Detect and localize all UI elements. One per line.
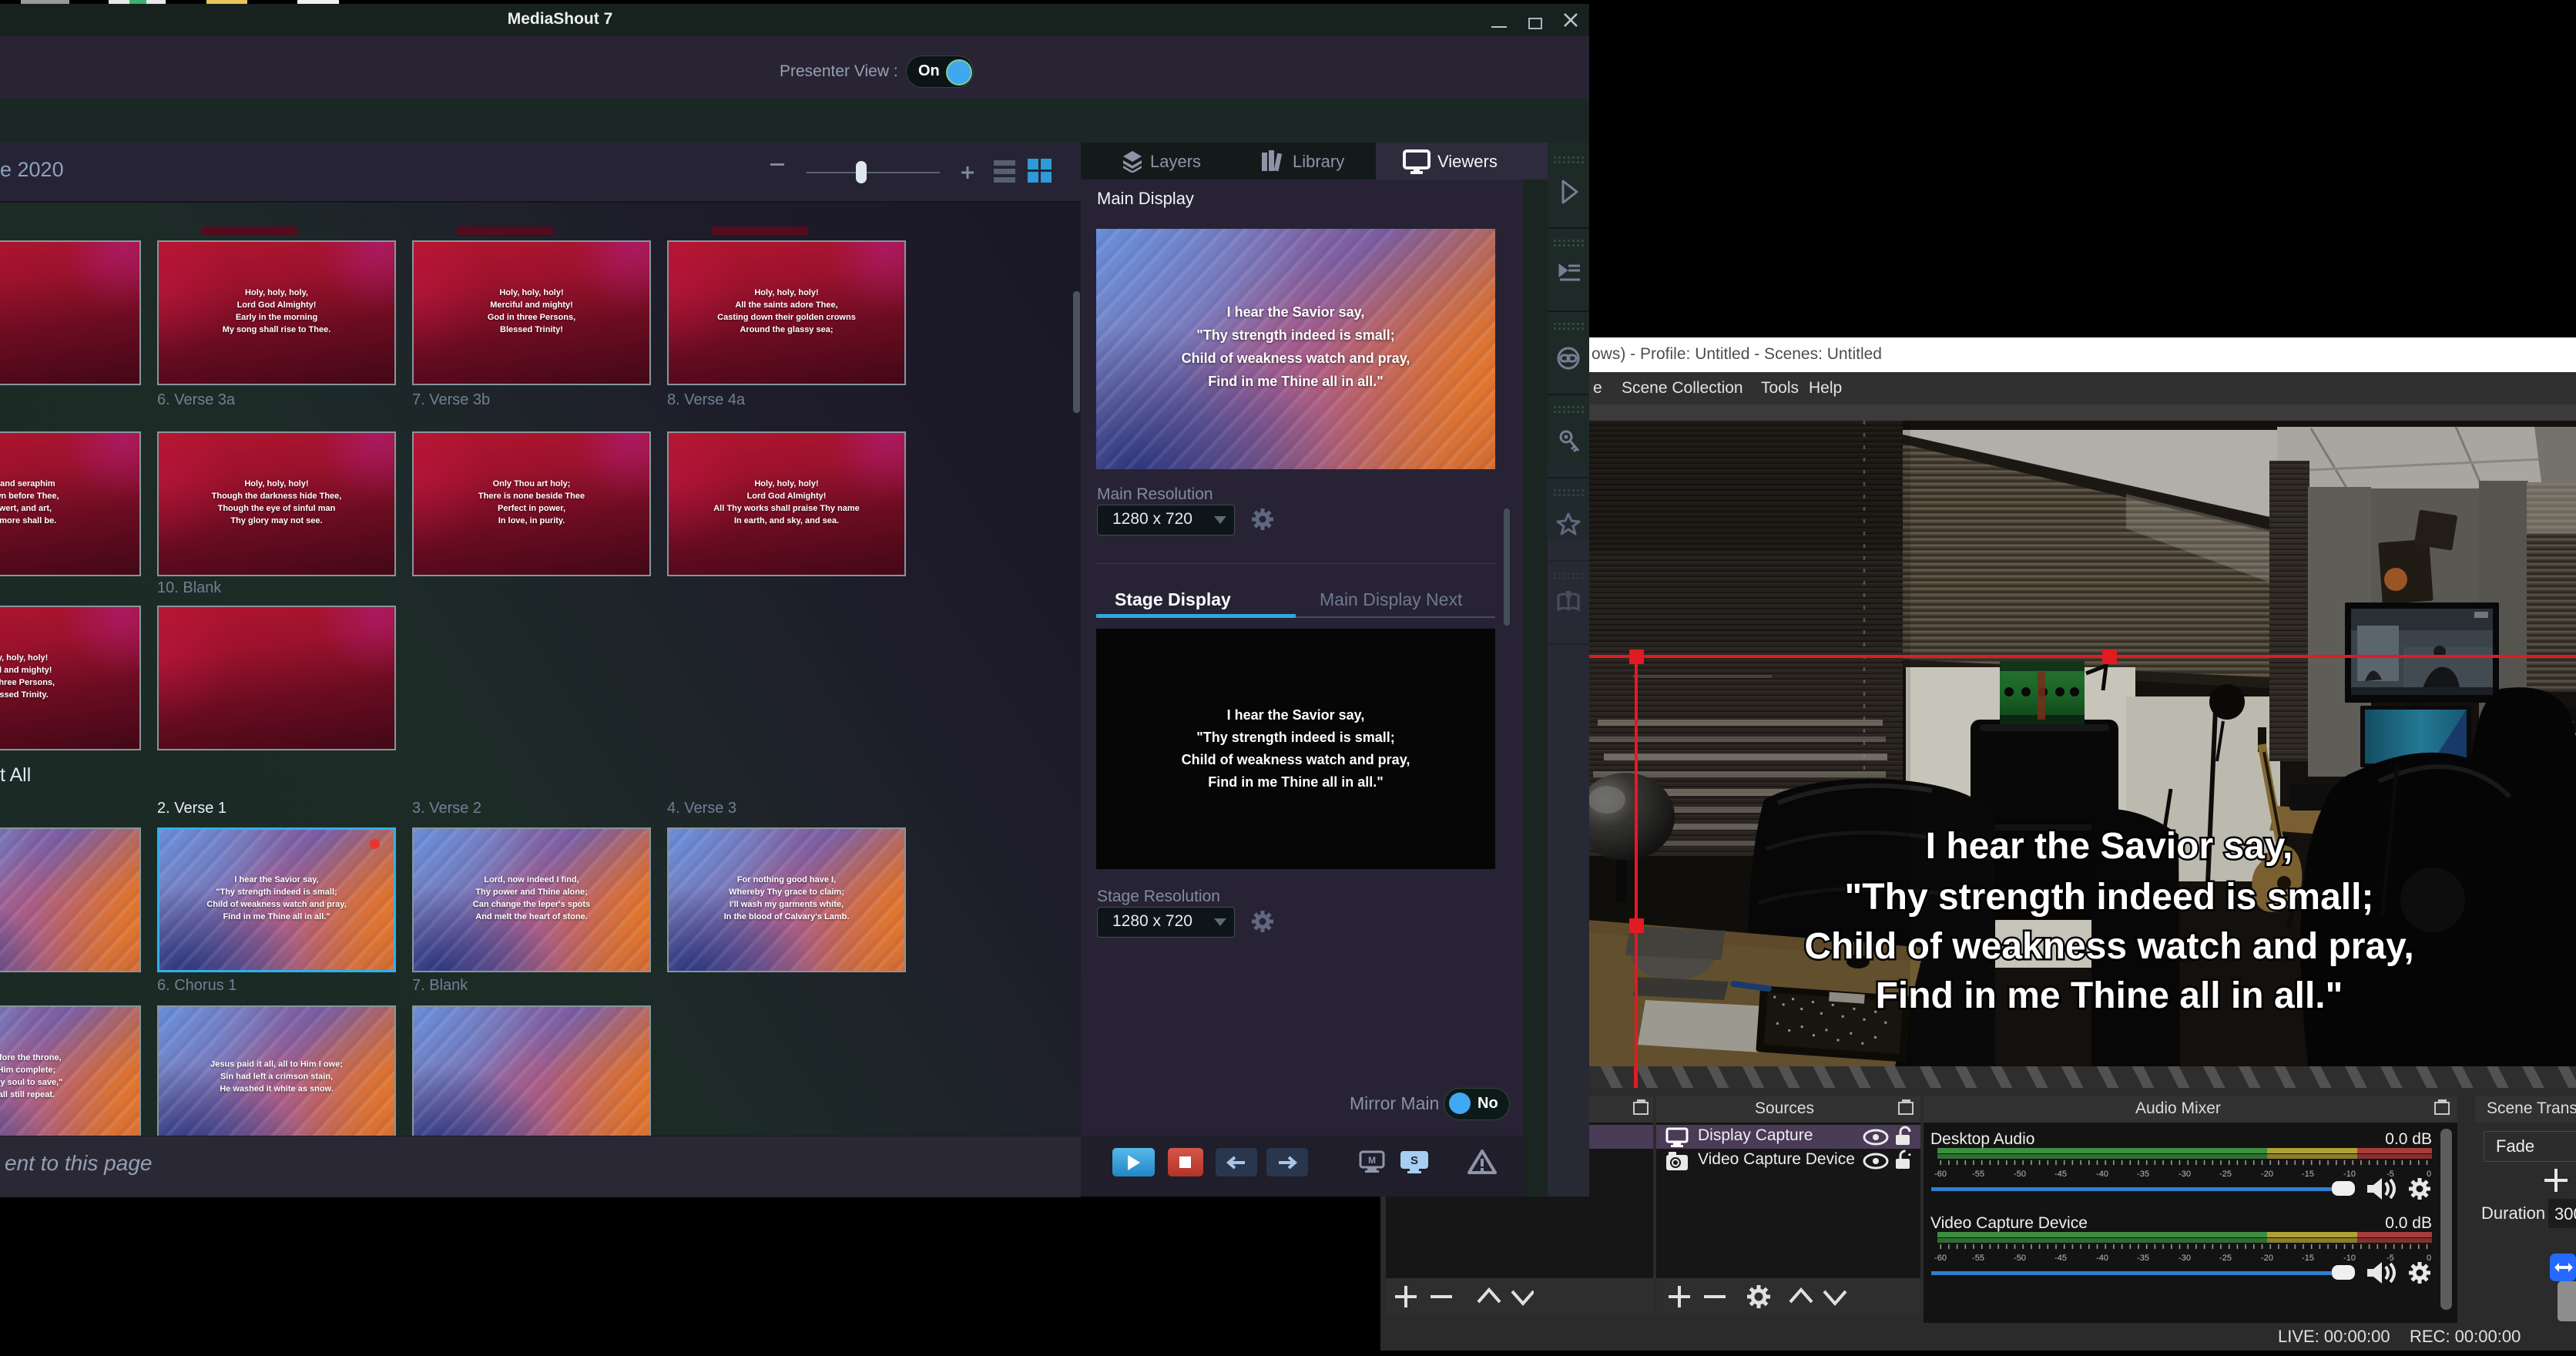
svg-text:Find in me Thine all in all.": Find in me Thine all in all." xyxy=(1876,975,2343,1016)
svg-text:0: 0 xyxy=(2427,1254,2431,1263)
svg-text:-50: -50 xyxy=(2014,1170,2026,1179)
svg-text:-10: -10 xyxy=(2343,1254,2356,1263)
svg-text:Video Capture Device: Video Capture Device xyxy=(1930,1214,2088,1232)
svg-text:-30: -30 xyxy=(2179,1170,2191,1179)
svg-text:-10: -10 xyxy=(2343,1170,2356,1179)
svg-text:-35: -35 xyxy=(2137,1170,2149,1179)
svg-text:0.0 dB: 0.0 dB xyxy=(2385,1130,2432,1148)
svg-text:-60: -60 xyxy=(1934,1254,1947,1263)
svg-text:-25: -25 xyxy=(2219,1254,2232,1263)
svg-text:-5: -5 xyxy=(2386,1170,2394,1179)
svg-text:"Thy strength indeed is small;: "Thy strength indeed is small; xyxy=(1845,877,2374,918)
svg-text:-20: -20 xyxy=(2261,1170,2273,1179)
svg-text:-30: -30 xyxy=(2179,1254,2191,1263)
svg-text:S: S xyxy=(1410,1154,1418,1167)
svg-text:-20: -20 xyxy=(2261,1254,2273,1263)
svg-text:-55: -55 xyxy=(1972,1170,1984,1179)
svg-text:M: M xyxy=(1368,1155,1376,1166)
svg-text:-5: -5 xyxy=(2386,1254,2394,1263)
svg-text:-15: -15 xyxy=(2302,1170,2314,1179)
svg-text:I hear the Savior say,: I hear the Savior say, xyxy=(1926,826,2293,867)
svg-text:-55: -55 xyxy=(1972,1254,1984,1263)
svg-text:-40: -40 xyxy=(2096,1254,2108,1263)
svg-text:-40: -40 xyxy=(2096,1170,2108,1179)
svg-text:-50: -50 xyxy=(2014,1254,2026,1263)
svg-text:Child of weakness watch and pr: Child of weakness watch and pray, xyxy=(1804,926,2413,967)
svg-text:-60: -60 xyxy=(1934,1170,1947,1179)
svg-text:-45: -45 xyxy=(2054,1254,2067,1263)
svg-text:Desktop Audio: Desktop Audio xyxy=(1930,1130,2034,1148)
svg-text:0: 0 xyxy=(2427,1170,2431,1179)
svg-text:-45: -45 xyxy=(2054,1170,2067,1179)
svg-text:-35: -35 xyxy=(2137,1254,2149,1263)
svg-text:-15: -15 xyxy=(2302,1254,2314,1263)
svg-text:-25: -25 xyxy=(2219,1170,2232,1179)
svg-text:0.0 dB: 0.0 dB xyxy=(2385,1214,2432,1232)
